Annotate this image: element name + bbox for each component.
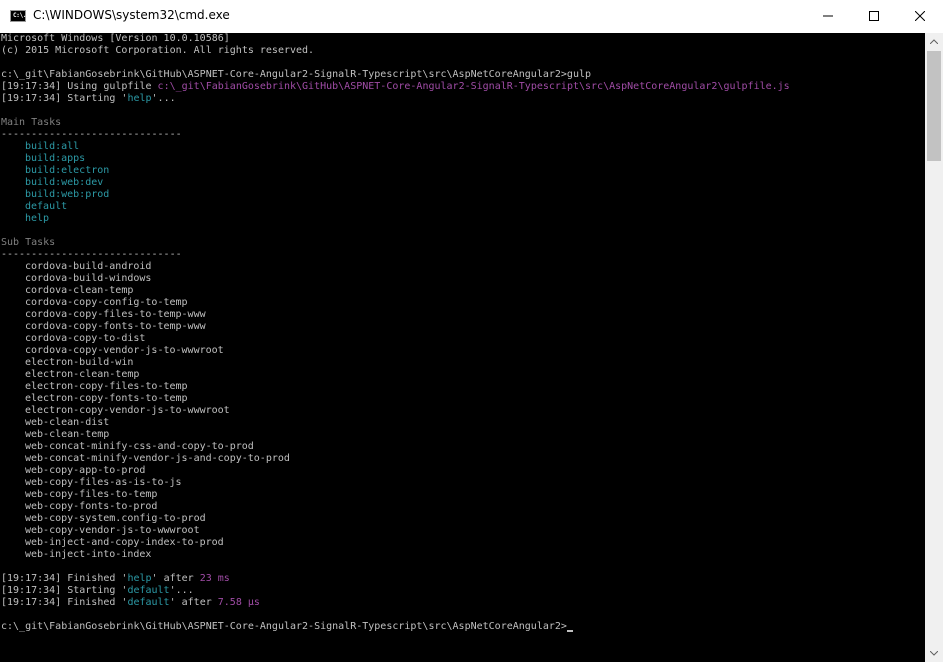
console-line: Microsoft Windows [Version 10.0.10586] [1, 33, 230, 44]
log-text: [19:17:34] Finished ' [1, 573, 128, 584]
log-text: [19:17:34] Finished ' [1, 597, 128, 608]
prompt-text: c:\_git\FabianGosebrink\GitHub\ASPNET-Co… [1, 621, 567, 632]
log-text: [19:17:34] Starting ' [1, 93, 128, 104]
scroll-down-button[interactable] [925, 645, 943, 662]
log-text: [19:17:34] Starting ' [1, 585, 128, 596]
chevron-down-icon [930, 651, 938, 656]
separator-line: ------------------------------ [1, 249, 182, 260]
main-task-item: default [25, 201, 68, 212]
console-line: (c) 2015 Microsoft Corporation. All righ… [1, 45, 315, 56]
minimize-button[interactable] [805, 0, 851, 32]
section-heading: Sub Tasks [1, 237, 56, 248]
sub-task-item: web-copy-fonts-to-prod [25, 501, 158, 512]
sub-task-item: cordova-copy-fonts-to-temp-www [25, 321, 206, 332]
maximize-button[interactable] [851, 0, 897, 32]
log-text: '... [169, 585, 194, 596]
sub-task-item: web-copy-app-to-prod [25, 465, 146, 476]
sub-task-item: electron-copy-files-to-temp [25, 381, 188, 392]
minimize-icon [823, 15, 833, 17]
separator-line: ------------------------------ [1, 129, 182, 140]
sub-task-item: cordova-copy-files-to-temp-www [25, 309, 206, 320]
close-button[interactable] [897, 0, 943, 32]
sub-task-item: electron-build-win [25, 357, 134, 368]
task-name: default [127, 585, 170, 596]
vertical-scrollbar[interactable] [925, 33, 943, 662]
title-bar[interactable]: C:\. C:\WINDOWS\system32\cmd.exe [0, 0, 943, 33]
duration: 7.58 μs [217, 597, 260, 608]
sub-task-item: web-clean-temp [25, 429, 110, 440]
sub-task-item: web-copy-vendor-js-to-wwwroot [25, 525, 200, 536]
sub-task-item: cordova-copy-to-dist [25, 333, 146, 344]
command-prompt: c:\_git\FabianGosebrink\GitHub\ASPNET-Co… [1, 69, 592, 80]
sub-task-item: web-clean-dist [25, 417, 110, 428]
console-line: [19:17:34] Finished 'default' after 7.58… [1, 597, 260, 609]
sub-task-item: web-copy-system.config-to-prod [25, 513, 206, 524]
main-task-item: build:all [25, 141, 80, 152]
main-task-item: build:web:prod [25, 189, 110, 200]
sub-task-item: cordova-copy-vendor-js-to-wwwroot [25, 345, 224, 356]
sub-task-item: web-concat-minify-vendor-js-and-copy-to-… [25, 453, 290, 464]
sub-task-item: cordova-build-android [25, 261, 152, 272]
duration: 23 ms [199, 573, 230, 584]
main-task-item: build:apps [25, 153, 86, 164]
sub-task-item: web-inject-and-copy-index-to-prod [25, 537, 224, 548]
cmd-window: C:\. C:\WINDOWS\system32\cmd.exe Microso… [0, 0, 943, 662]
sub-task-item: web-copy-files-as-is-to-js [25, 477, 182, 488]
sub-task-item: electron-copy-vendor-js-to-wwwroot [25, 405, 230, 416]
main-task-item: build:web:dev [25, 177, 104, 188]
sub-task-item: web-concat-minify-css-and-copy-to-prod [25, 441, 254, 452]
gulpfile-path: c:\_git\FabianGosebrink\GitHub\ASPNET-Co… [157, 81, 790, 92]
scroll-up-button[interactable] [925, 33, 943, 50]
task-name: help [127, 573, 152, 584]
task-name: help [127, 93, 152, 104]
section-heading: Main Tasks [1, 117, 62, 128]
maximize-icon [869, 11, 879, 21]
log-text: ' after [169, 597, 218, 608]
cmd-icon-text: C:\. [13, 12, 27, 19]
command-prompt-active[interactable]: c:\_git\FabianGosebrink\GitHub\ASPNET-Co… [1, 621, 573, 633]
sub-task-item: web-inject-into-index [25, 549, 152, 560]
console-line: [19:17:34] Finished 'help' after 23 ms [1, 573, 230, 585]
sub-task-item: electron-clean-temp [25, 369, 140, 380]
main-task-item: help [25, 213, 50, 224]
log-text: ' after [151, 573, 200, 584]
main-task-item: build:electron [25, 165, 110, 176]
console-line: [19:17:34] Starting 'default'... [1, 585, 194, 597]
task-name: default [127, 597, 170, 608]
log-text: [19:17:34] Using gulpfile [1, 81, 158, 92]
chevron-up-icon [930, 39, 938, 44]
sub-task-item: web-copy-files-to-temp [25, 489, 158, 500]
text-cursor [566, 630, 573, 632]
console-line: [19:17:34] Using gulpfile c:\_git\Fabian… [1, 81, 790, 93]
sub-task-item: cordova-copy-config-to-temp [25, 297, 188, 308]
window-title: C:\WINDOWS\system32\cmd.exe [33, 8, 230, 22]
sub-task-item: cordova-build-windows [25, 273, 152, 284]
close-icon [915, 11, 925, 21]
scrollbar-thumb[interactable] [927, 51, 941, 161]
cmd-icon[interactable]: C:\. [10, 10, 27, 22]
console-line: [19:17:34] Starting 'help'... [1, 93, 176, 105]
sub-task-item: electron-copy-fonts-to-temp [25, 393, 188, 404]
console-output[interactable]: Microsoft Windows [Version 10.0.10586] (… [0, 33, 925, 662]
log-text: '... [151, 93, 176, 104]
sub-task-item: cordova-clean-temp [25, 285, 134, 296]
